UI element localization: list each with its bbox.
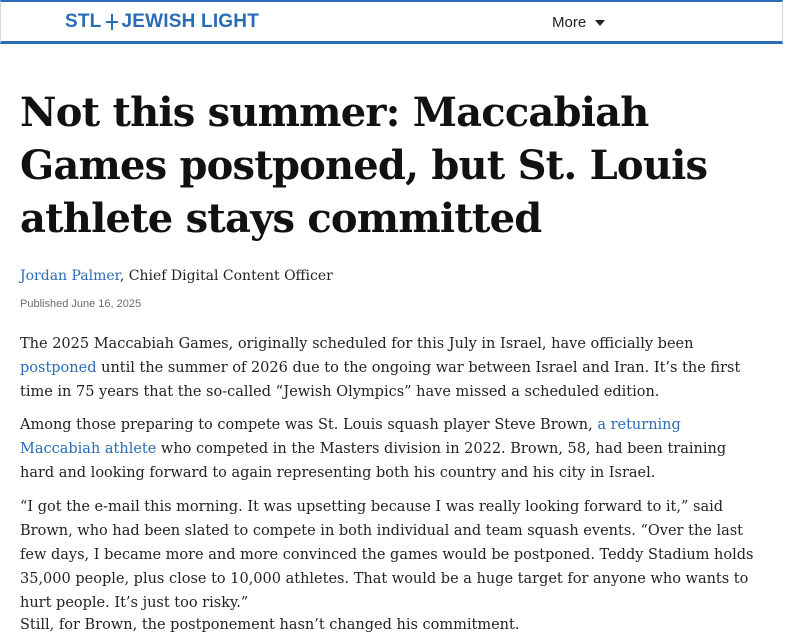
article-paragraph-2: Among those preparing to compete was St.… [20,413,760,485]
more-menu-label: More [552,14,587,31]
logo-separator-icon [105,13,119,31]
article-paragraph-1: The 2025 Maccabiah Games, originally sch… [20,332,760,404]
paragraph-text: until the summer of 2026 due to the ongo… [20,360,741,400]
published-date: Published June 16, 2025 [20,298,142,310]
author-link[interactable]: Jordan Palmer [20,268,120,284]
paragraph-text: The 2025 Maccabiah Games, originally sch… [20,336,694,352]
more-menu-button[interactable]: More [552,14,606,31]
logo-text-jewish-light: JEWISH LIGHT [121,11,260,32]
article-headline: Not this summer: Maccabiah Games postpon… [20,89,708,242]
site-logo[interactable]: STL JEWISH LIGHT [65,11,259,33]
paragraph-text: Among those preparing to compete was St.… [20,417,598,433]
caret-down-icon [595,19,606,26]
byline: Jordan Palmer, Chief Digital Content Off… [20,268,333,284]
postponed-link[interactable]: postponed [20,360,97,376]
site-header: STL JEWISH LIGHT More [0,0,783,44]
author-role: , Chief Digital Content Officer [119,268,333,284]
logo-text-stl: STL [65,11,102,32]
article-paragraph-4: Still, for Brown, the postponement hasn’… [20,617,520,633]
article-paragraph-3: “I got the e-mail this morning. It was u… [20,499,754,611]
